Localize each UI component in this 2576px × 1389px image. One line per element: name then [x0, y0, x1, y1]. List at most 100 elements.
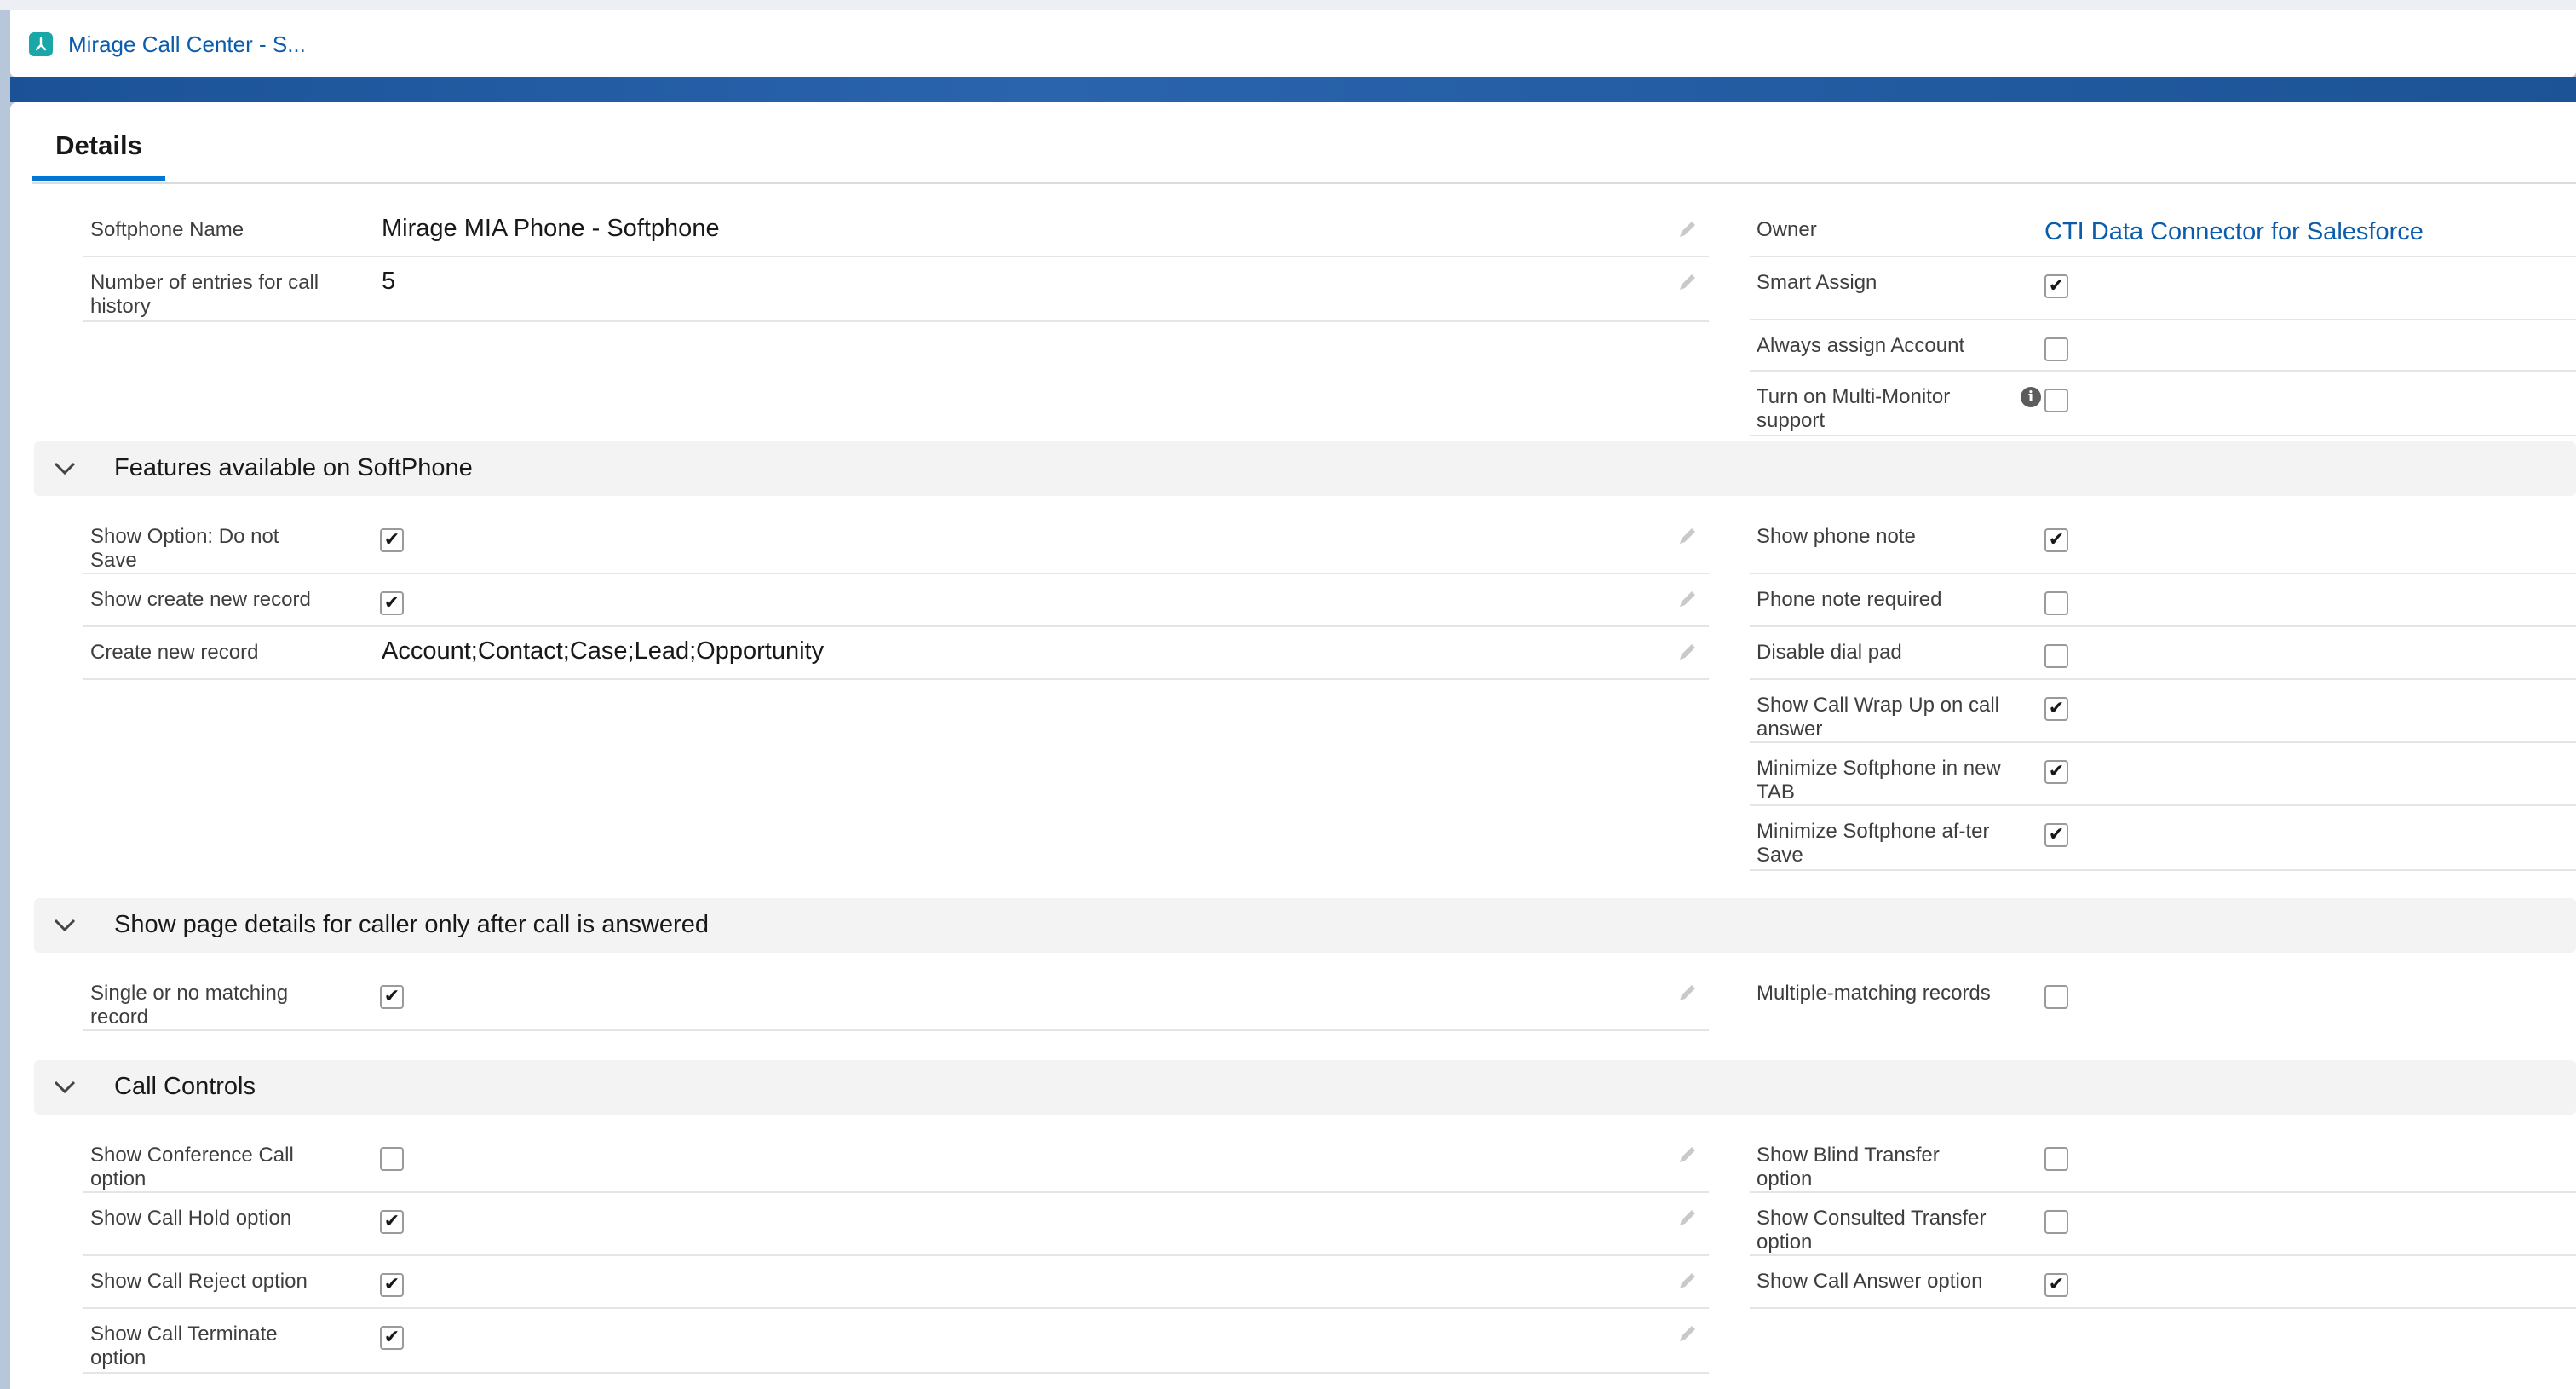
checkbox[interactable]: ✔	[380, 528, 404, 552]
checkbox[interactable]	[2044, 644, 2068, 668]
field-label: Phone note required	[1757, 588, 1942, 611]
field-always-assign-account: Always assign Account	[1750, 320, 2576, 372]
field-label: Single or no matching record	[90, 982, 289, 1029]
field-label: Smart Assign	[1757, 271, 1877, 294]
section-header-page-details[interactable]: Show page details for caller only after …	[34, 898, 2576, 953]
edit-pencil-icon[interactable]	[1675, 586, 1700, 612]
owner-link[interactable]: CTI Data Connector for Salesforce	[2044, 218, 2424, 246]
checkbox[interactable]	[2044, 985, 2068, 1009]
workspace-tab-bar: Mirage Call Center - S...	[10, 10, 2576, 77]
field-show-call-answer: Show Call Answer option ✔	[1750, 1256, 2576, 1309]
field-show-blind-transfer: Show Blind Transfer option	[1750, 1130, 2576, 1193]
field-label: Show Call Hold option	[90, 1207, 292, 1230]
field-smart-assign: Smart Assign ✔	[1750, 257, 2576, 320]
checkbox[interactable]: ✔	[380, 985, 404, 1009]
field-phone-note-required: Phone note required	[1750, 574, 2576, 627]
section-title: Features available on SoftPhone	[114, 454, 473, 481]
edit-pencil-icon[interactable]	[1675, 216, 1700, 242]
checkbox[interactable]	[2044, 389, 2068, 412]
field-value: Mirage MIA Phone - Softphone	[382, 215, 720, 242]
field-show-consulted-transfer: Show Consulted Transfer option	[1750, 1193, 2576, 1256]
info-icon[interactable]: i	[2021, 387, 2041, 407]
field-label: Turn on Multi-Monitor support	[1757, 385, 1951, 432]
edit-pencil-icon[interactable]	[1675, 980, 1700, 1006]
edit-pencil-icon[interactable]	[1675, 523, 1700, 549]
field-show-call-wrap-up: Show Call Wrap Up on call answer ✔	[1750, 680, 2576, 743]
field-label: Minimize Softphone af-ter Save	[1757, 820, 1990, 867]
checkbox[interactable]	[2044, 337, 2068, 361]
chevron-down-icon	[54, 1081, 76, 1094]
field-label: Always assign Account	[1757, 334, 1965, 357]
header-band	[10, 77, 2576, 102]
field-multiple-matching: Multiple-matching records	[1750, 968, 2576, 1031]
edit-pencil-icon[interactable]	[1675, 1321, 1700, 1346]
section-header-call-controls[interactable]: Call Controls	[34, 1060, 2576, 1115]
edit-pencil-icon[interactable]	[1675, 639, 1700, 665]
checkbox[interactable]: ✔	[2044, 274, 2068, 298]
checkbox[interactable]: ✔	[2044, 697, 2068, 721]
edit-pencil-icon[interactable]	[1675, 1142, 1700, 1167]
field-label: Show Conference Call option	[90, 1144, 294, 1190]
field-label: Show Call Reject option	[90, 1270, 308, 1293]
field-label: Show Call Answer option	[1757, 1270, 1983, 1293]
field-value: Account;Contact;Case;Lead;Opportunity	[382, 637, 825, 665]
section-header-features[interactable]: Features available on SoftPhone	[34, 441, 2576, 496]
checkbox[interactable]: ✔	[380, 1210, 404, 1234]
browser-top-strip	[0, 0, 2576, 10]
checkbox[interactable]: ✔	[2044, 760, 2068, 784]
field-multi-monitor: Turn on Multi-Monitor support i	[1750, 372, 2576, 436]
field-show-call-reject: Show Call Reject option ✔	[83, 1256, 1709, 1309]
call-center-icon	[29, 32, 53, 56]
edit-pencil-icon[interactable]	[1675, 269, 1700, 295]
field-show-conference-call: Show Conference Call option	[83, 1130, 1709, 1193]
field-show-call-terminate: Show Call Terminate option ✔	[83, 1309, 1709, 1374]
field-label: Number of entries for call history	[90, 271, 319, 318]
chevron-down-icon	[54, 919, 76, 932]
edit-pencil-icon[interactable]	[1675, 1205, 1700, 1231]
field-show-phone-note: Show phone note ✔	[1750, 511, 2576, 574]
field-show-call-hold: Show Call Hold option ✔	[83, 1193, 1709, 1256]
field-label: Owner	[1757, 218, 1817, 241]
field-label: Softphone Name	[90, 218, 244, 241]
field-softphone-name: Softphone Name Mirage MIA Phone - Softph…	[83, 205, 1709, 257]
checkbox[interactable]	[2044, 1210, 2068, 1234]
workspace-tab[interactable]: Mirage Call Center - S...	[29, 20, 306, 68]
field-label: Create new record	[90, 641, 259, 664]
checkbox[interactable]: ✔	[380, 1326, 404, 1350]
checkbox[interactable]: ✔	[2044, 1273, 2068, 1297]
field-label: Disable dial pad	[1757, 641, 1902, 664]
field-minimize-softphone-after-save: Minimize Softphone af-ter Save ✔	[1750, 806, 2576, 871]
field-label: Minimize Softphone in new TAB	[1757, 757, 2001, 804]
field-minimize-softphone-new-tab: Minimize Softphone in new TAB ✔	[1750, 743, 2576, 806]
field-show-option-do-not-save: Show Option: Do not Save ✔	[83, 511, 1709, 574]
checkbox[interactable]: ✔	[380, 591, 404, 615]
section-title: Call Controls	[114, 1073, 256, 1100]
field-label: Show Blind Transfer option	[1757, 1144, 1940, 1190]
field-label: Show Call Terminate option	[90, 1323, 278, 1369]
checkbox[interactable]: ✔	[2044, 823, 2068, 847]
field-label: Show Consulted Transfer option	[1757, 1207, 1987, 1254]
checkbox[interactable]	[380, 1147, 404, 1171]
checkbox[interactable]	[2044, 591, 2068, 615]
checkbox[interactable]: ✔	[2044, 528, 2068, 552]
field-label: Show phone note	[1757, 525, 1916, 548]
detail-tab-bar: Details	[32, 102, 2576, 184]
field-label: Multiple-matching records	[1757, 982, 1991, 1005]
workspace-tab-label: Mirage Call Center - S...	[68, 31, 306, 57]
checkbox[interactable]: ✔	[380, 1273, 404, 1297]
field-single-or-no-matching: Single or no matching record ✔	[83, 968, 1709, 1031]
section-title: Show page details for caller only after …	[114, 911, 709, 938]
field-label: Show create new record	[90, 588, 311, 611]
checkbox[interactable]	[2044, 1147, 2068, 1171]
chevron-down-icon	[54, 462, 76, 475]
field-value: 5	[382, 268, 396, 295]
field-show-create-new-record: Show create new record ✔	[83, 574, 1709, 627]
tab-details[interactable]: Details	[32, 102, 165, 181]
field-call-history-entries: Number of entries for call history 5	[83, 257, 1709, 322]
field-disable-dial-pad: Disable dial pad	[1750, 627, 2576, 680]
field-label: Show Option: Do not Save	[90, 525, 279, 572]
field-create-new-record: Create new record Account;Contact;Case;L…	[83, 627, 1709, 680]
edit-pencil-icon[interactable]	[1675, 1268, 1700, 1294]
record-detail-card: Details Softphone Name Mirage MIA Phone …	[10, 102, 2576, 1389]
field-owner: Owner CTI Data Connector for Salesforce	[1750, 205, 2576, 257]
